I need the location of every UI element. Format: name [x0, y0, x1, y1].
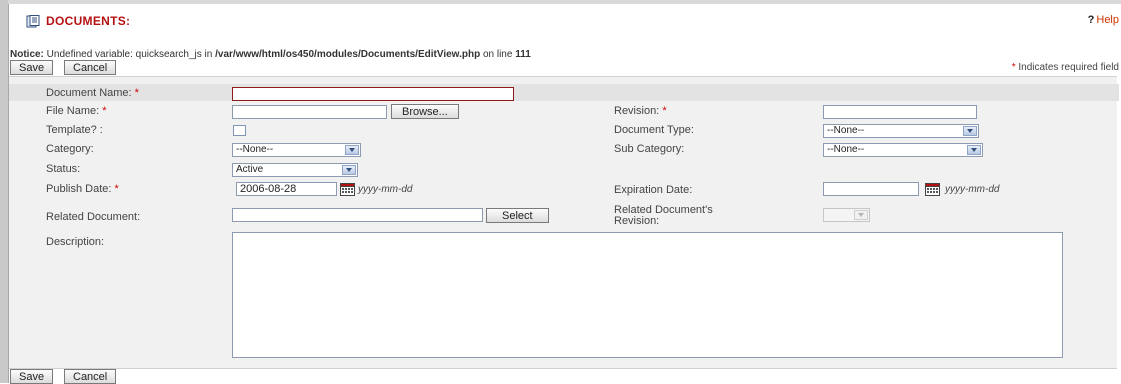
notice-message: Undefined variable: quicksearch_js in — [43, 49, 216, 60]
document-name-row — [9, 84, 1119, 101]
document-type-label: Document Type: — [614, 124, 694, 136]
document-type-select[interactable]: --None-- — [823, 124, 979, 138]
required-star: * — [114, 183, 119, 195]
revision-label-text: Revision: — [614, 105, 660, 117]
document-type-value: --None-- — [827, 125, 865, 136]
notice-path: /var/www/html/os450/modules/Documents/Ed… — [215, 49, 481, 60]
notice-line-number: 111 — [515, 49, 531, 60]
select-button[interactable]: Select — [486, 208, 549, 223]
status-value: Active — [236, 164, 264, 175]
window-left-border — [0, 0, 9, 383]
file-name-label: File Name: * — [46, 105, 107, 117]
save-button-top[interactable]: Save — [10, 60, 54, 75]
category-select[interactable]: --None-- — [232, 143, 361, 157]
related-document-input — [232, 208, 483, 222]
template-checkbox[interactable] — [233, 125, 246, 136]
chevron-down-icon — [854, 210, 868, 220]
document-name-label: Document Name: * — [46, 87, 139, 99]
publish-date-label-text: Publish Date: — [46, 183, 112, 195]
calendar-icon[interactable] — [925, 183, 940, 196]
chevron-down-icon — [963, 126, 977, 136]
publish-date-input[interactable]: 2006-08-28 — [236, 182, 337, 196]
related-revision-select — [823, 208, 870, 222]
expiration-date-label: Expiration Date: — [614, 184, 693, 196]
sub-category-value: --None-- — [827, 144, 865, 155]
expiration-date-input[interactable] — [823, 182, 919, 196]
sub-category-select[interactable]: --None-- — [823, 143, 983, 157]
help-link[interactable]: ? Help — [1088, 14, 1119, 26]
chevron-down-icon — [345, 145, 359, 155]
description-textarea[interactable] — [232, 232, 1063, 358]
sub-category-label: Sub Category: — [614, 143, 685, 155]
chevron-down-icon — [967, 145, 981, 155]
required-star: * — [134, 87, 139, 99]
related-revision-label-line2: Revision: — [614, 215, 660, 227]
description-label: Description: — [46, 236, 105, 248]
related-document-label: Related Document: — [46, 211, 141, 223]
browse-button[interactable]: Browse... — [391, 104, 459, 119]
template-label: Template? : — [46, 124, 103, 136]
status-select[interactable]: Active — [232, 163, 358, 177]
revision-label: Revision: * — [614, 105, 667, 117]
php-notice: Notice: Undefined variable: quicksearch_… — [10, 49, 531, 60]
documents-icon — [26, 14, 40, 28]
publish-date-label: Publish Date: * — [46, 183, 119, 195]
window-top-border — [8, 0, 1121, 4]
revision-input[interactable] — [823, 105, 977, 119]
help-label[interactable]: Help — [1096, 14, 1119, 26]
category-value: --None-- — [236, 144, 274, 155]
related-revision-label: Related Document's Revision: — [614, 205, 713, 227]
notice-prefix: Notice: — [10, 49, 44, 60]
status-label: Status: — [46, 163, 81, 175]
chevron-down-icon — [342, 165, 356, 175]
cancel-button-bottom[interactable]: Cancel — [64, 369, 117, 384]
save-button-bottom[interactable]: Save — [10, 369, 54, 384]
publish-date-format: yyyy-mm-dd — [358, 184, 413, 195]
cancel-button-top[interactable]: Cancel — [64, 60, 117, 75]
expiration-date-format: yyyy-mm-dd — [945, 184, 1000, 195]
document-name-input[interactable] — [232, 87, 514, 101]
help-icon: ? — [1087, 14, 1095, 26]
required-star: * — [662, 105, 667, 117]
required-note-text: Indicates required field — [1015, 62, 1119, 73]
file-name-input[interactable] — [232, 105, 387, 119]
module-header: DOCUMENTS: — [26, 14, 130, 28]
category-label: Category: — [46, 143, 94, 155]
file-name-label-text: File Name: — [46, 105, 100, 117]
required-field-note: * Indicates required field — [1012, 62, 1119, 73]
document-name-label-text: Document Name: — [46, 87, 132, 99]
calendar-icon[interactable] — [340, 183, 355, 196]
page-title: DOCUMENTS: — [46, 14, 131, 28]
required-star: * — [102, 105, 107, 117]
notice-on-line: on line — [480, 49, 516, 60]
